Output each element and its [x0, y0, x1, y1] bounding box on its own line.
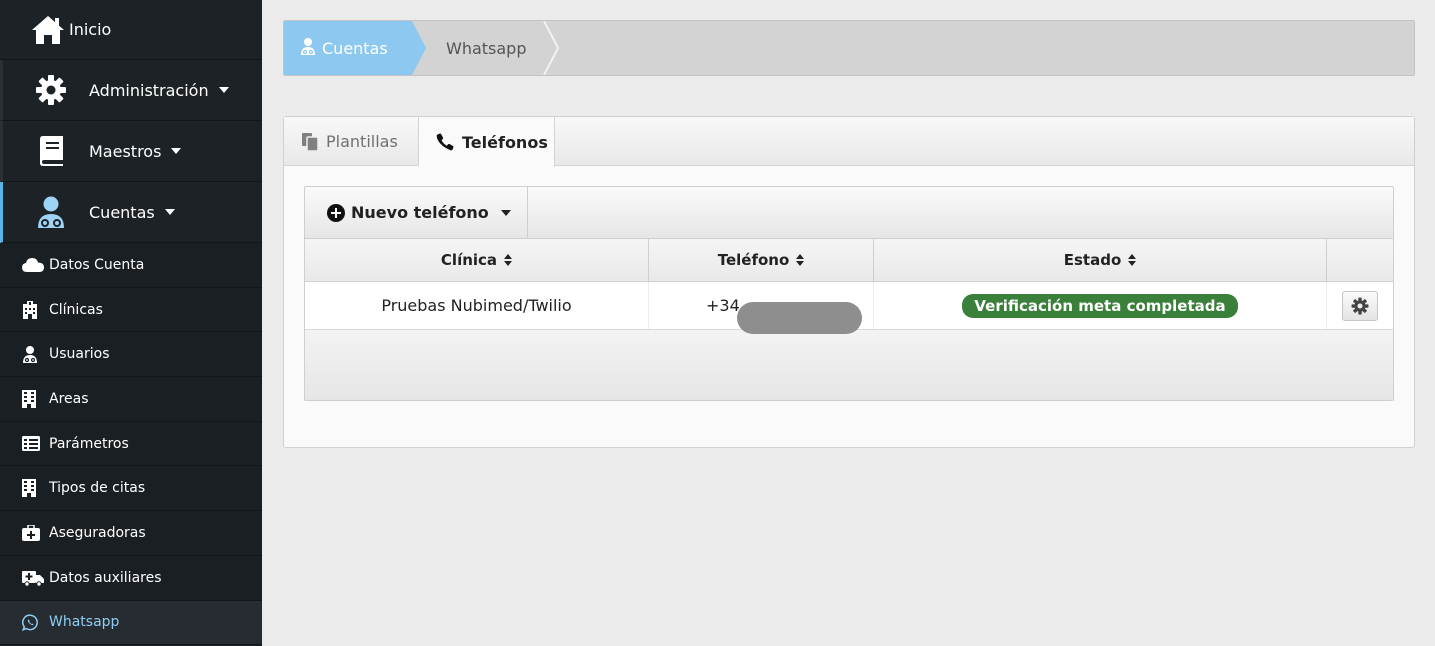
breadcrumb-cuentas[interactable]: Cuentas [284, 21, 426, 75]
building-icon [22, 389, 44, 409]
cell-telefono: +34 [649, 282, 874, 334]
medkit-icon [22, 523, 44, 543]
sort-icon [1128, 254, 1137, 266]
sidebar-item-label: Datos auxiliares [49, 569, 162, 586]
list-icon [22, 434, 44, 454]
chevron-down-icon [171, 148, 182, 154]
new-phone-label: Nuevo teléfono [351, 203, 489, 222]
sidebar-item-label: Parámetros [49, 435, 129, 452]
book-icon [31, 135, 71, 167]
copy-icon [302, 132, 318, 151]
user-doctor-icon [22, 344, 44, 364]
row-settings-button[interactable] [1342, 290, 1378, 321]
tab-telefonos[interactable]: Teléfonos [419, 117, 555, 167]
breadcrumb-whatsapp[interactable]: Whatsapp [446, 21, 527, 75]
sidebar-item-tipos-de-citas[interactable]: Tipos de citas [0, 466, 262, 512]
gear-icon [1351, 297, 1369, 315]
sort-icon [504, 254, 513, 266]
sidebar-item-label: Whatsapp [49, 614, 120, 631]
status-badge: Verificación meta completada [962, 293, 1238, 318]
tab-plantillas[interactable]: Plantillas [284, 117, 419, 166]
ambulance-icon [22, 568, 44, 588]
sidebar-item-label: Clínicas [49, 301, 103, 318]
sidebar: Inicio Administración Maestros Cuentas D… [0, 0, 262, 646]
cloud-icon [22, 255, 44, 275]
sidebar-item-clinicas[interactable]: Clínicas [0, 287, 262, 333]
cell-estado: Verificación meta completada [874, 282, 1327, 329]
tab-telefonos-label: Teléfonos [462, 132, 548, 152]
breadcrumb: Cuentas Whatsapp [283, 20, 1415, 76]
user-doctor-icon [300, 37, 316, 59]
sidebar-item-datos-cuenta[interactable]: Datos Cuenta [0, 243, 262, 288]
sidebar-item-datos-auxiliares[interactable]: Datos auxiliares [0, 555, 262, 601]
plus-circle-icon [327, 203, 345, 222]
nav-cuentas[interactable]: Cuentas [0, 182, 262, 243]
nav-inicio[interactable]: Inicio [0, 0, 262, 60]
sidebar-item-label: Tipos de citas [49, 480, 146, 497]
tab-bar: Plantillas Teléfonos [284, 117, 1414, 167]
nav-administracion-label: Administración [89, 80, 209, 100]
hospital-icon [22, 300, 44, 320]
sidebar-item-label: Usuarios [49, 346, 110, 363]
main-panel: Plantillas Teléfonos Nuevo teléfono Clín… [283, 116, 1415, 448]
sidebar-item-parametros[interactable]: Parámetros [0, 421, 262, 467]
column-header-actions [1327, 239, 1393, 281]
phones-table: Clínica Teléfono Estado Pruebas Nubimed/… [304, 239, 1394, 401]
phone-icon [436, 133, 454, 151]
chevron-down-icon [164, 209, 175, 215]
gear-icon [31, 74, 71, 106]
table-header: Clínica Teléfono Estado [305, 239, 1393, 282]
sidebar-item-label: Datos Cuenta [49, 256, 145, 273]
sidebar-item-usuarios[interactable]: Usuarios [0, 332, 262, 378]
column-header-estado[interactable]: Estado [874, 239, 1327, 281]
whatsapp-icon [22, 612, 44, 632]
sidebar-item-label: Areas [49, 390, 89, 407]
nav-administracion[interactable]: Administración [0, 60, 262, 121]
phone-number: +34 [706, 296, 740, 315]
tab-plantillas-label: Plantillas [326, 132, 398, 151]
table-row[interactable]: Pruebas Nubimed/Twilio +34 Verificación … [305, 282, 1393, 334]
chevron-down-icon [218, 87, 229, 93]
column-header-telefono[interactable]: Teléfono [649, 239, 874, 281]
cell-clinica: Pruebas Nubimed/Twilio [305, 282, 649, 329]
building-icon [22, 478, 44, 498]
chevron-down-icon [500, 209, 511, 216]
cell-actions [1327, 282, 1393, 329]
nav-maestros-label: Maestros [89, 141, 162, 161]
sidebar-item-aseguradoras[interactable]: Aseguradoras [0, 511, 262, 556]
nav-maestros[interactable]: Maestros [0, 121, 262, 182]
sidebar-item-label: Aseguradoras [49, 524, 146, 541]
column-header-label: Clínica [440, 251, 498, 269]
home-icon [30, 14, 66, 46]
nav-inicio-label: Inicio [69, 20, 112, 39]
redacted-phone-mask [737, 302, 862, 334]
nav-cuentas-label: Cuentas [89, 202, 155, 222]
column-header-label: Teléfono [717, 251, 790, 269]
table-footer [305, 330, 1393, 401]
column-header-label: Estado [1063, 251, 1122, 269]
sidebar-item-areas[interactable]: Areas [0, 377, 262, 422]
column-header-clinica[interactable]: Clínica [305, 239, 649, 281]
sidebar-item-whatsapp[interactable]: Whatsapp [0, 600, 262, 646]
breadcrumb-separator [543, 21, 560, 75]
new-phone-button[interactable]: Nuevo teléfono [305, 187, 528, 238]
table-toolbar: Nuevo teléfono [304, 186, 1394, 239]
breadcrumb-cuentas-label: Cuentas [322, 38, 388, 58]
user-doctor-icon [31, 195, 71, 229]
sort-icon [796, 254, 805, 266]
